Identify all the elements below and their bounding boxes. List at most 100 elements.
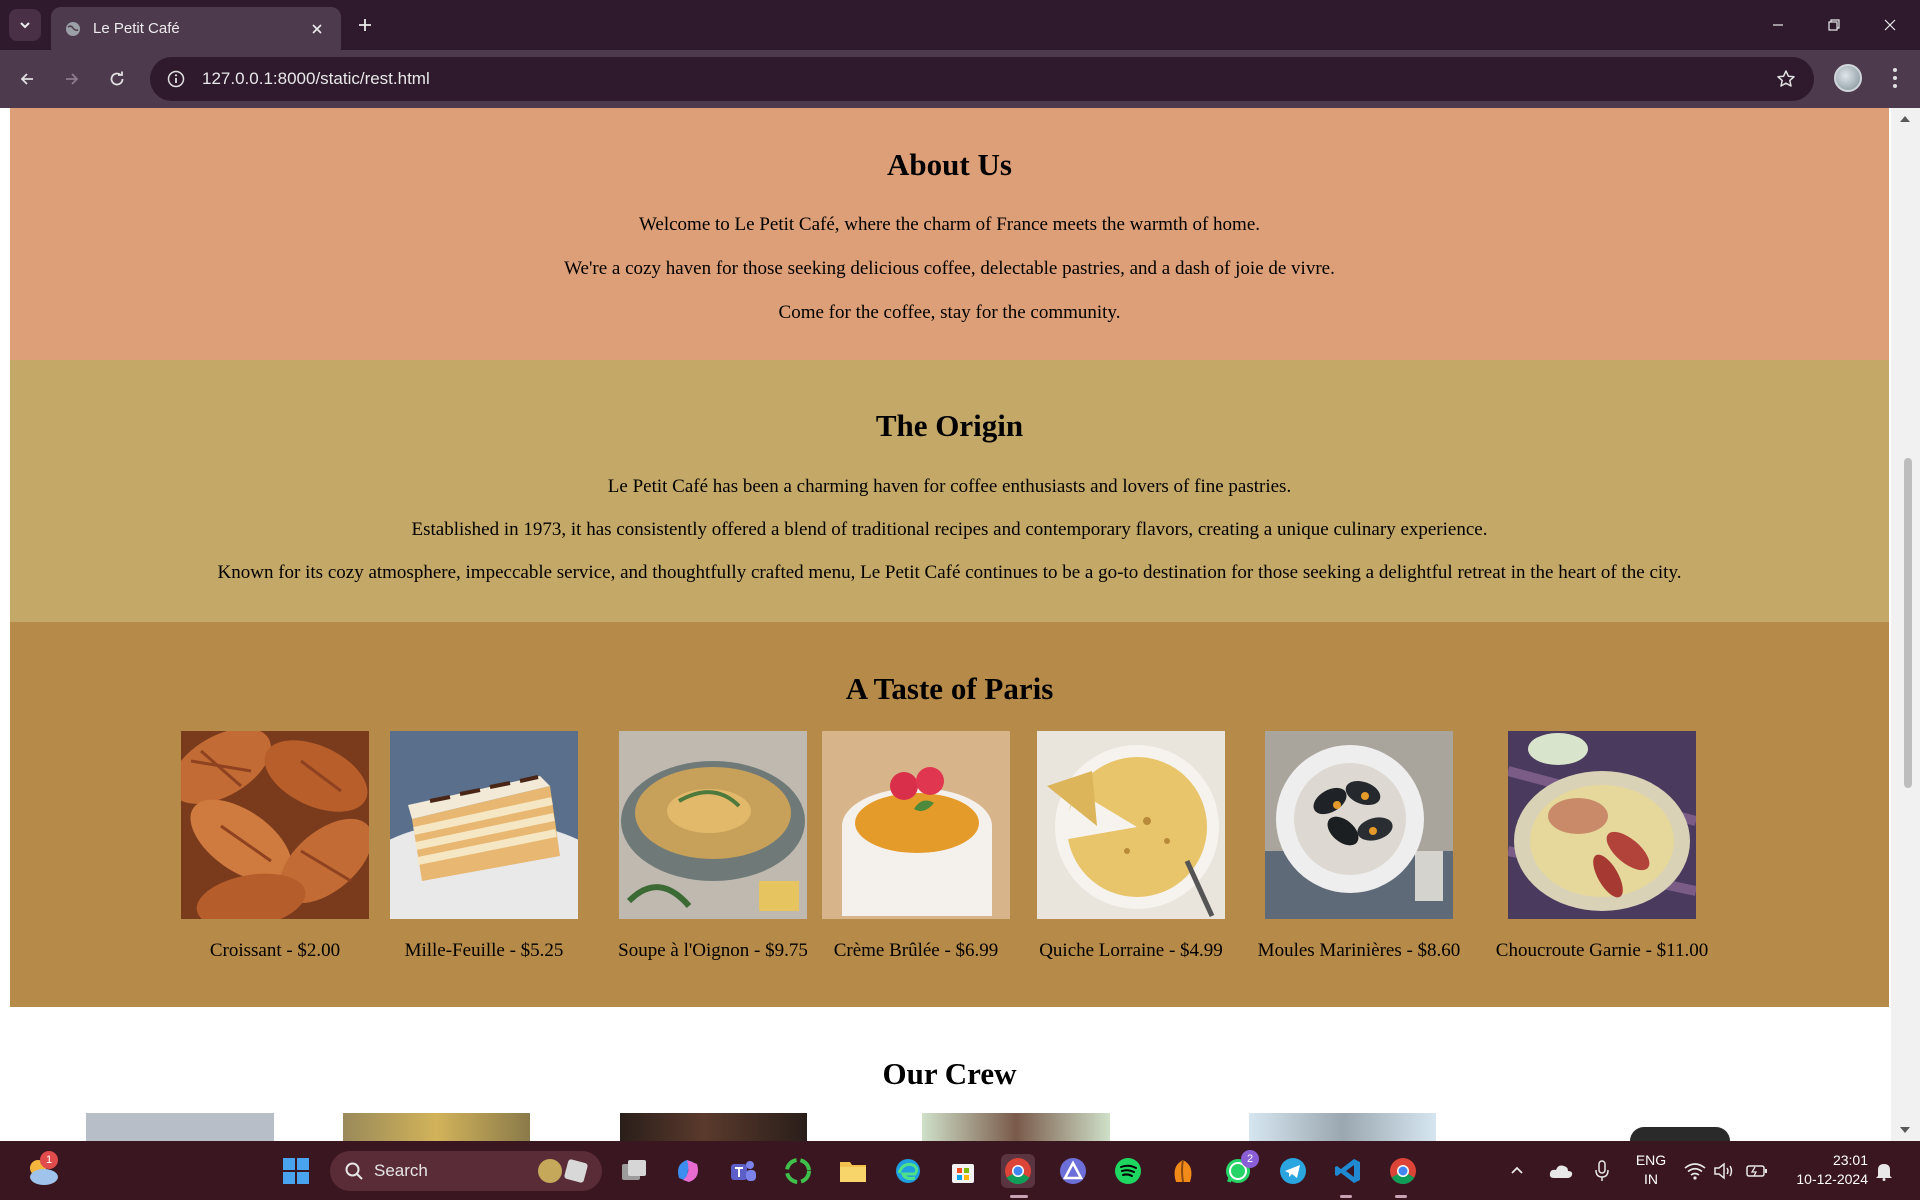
page-scrollbar[interactable] — [1891, 108, 1920, 1141]
creme-brulee-image — [822, 731, 1010, 919]
globe-icon — [66, 21, 80, 36]
reload-button[interactable] — [101, 63, 133, 95]
chrome-icon — [1390, 1158, 1416, 1185]
task-view-button[interactable] — [617, 1154, 651, 1188]
url-text: 127.0.0.1:8000/static/rest.html — [202, 69, 430, 88]
chevron-up-icon — [1511, 1166, 1523, 1174]
restore-button[interactable] — [1806, 0, 1862, 50]
about-title: About Us — [887, 147, 1012, 182]
close-icon — [312, 23, 322, 34]
restore-icon — [1828, 19, 1840, 31]
clock-date: 10-12-2024 — [1796, 1171, 1868, 1187]
clock-time: 23:01 — [1832, 1152, 1868, 1168]
tab-close-button[interactable] — [307, 19, 327, 39]
fruit-icon — [1174, 1159, 1192, 1183]
dish-label: Choucroute Garnie - $11.00 — [1495, 940, 1709, 961]
back-button[interactable] — [11, 63, 43, 95]
quiche-image — [1037, 731, 1225, 919]
chevron-down-icon — [20, 22, 30, 29]
arrow-right-icon — [66, 73, 79, 85]
crew-photo — [620, 1113, 807, 1141]
region-label: IN — [1644, 1171, 1658, 1187]
telegram-button[interactable] — [1276, 1154, 1310, 1188]
origin-paragraph: Known for its cozy atmosphere, impeccabl… — [217, 561, 1682, 583]
menu-item-mille-feuille: Mille-Feuille - $5.25 — [384, 731, 584, 962]
fl-studio-button[interactable] — [1166, 1154, 1200, 1188]
search-icon — [345, 1162, 363, 1180]
close-window-button[interactable] — [1862, 0, 1918, 50]
browser-tab-strip: Le Petit Café — [0, 0, 1920, 50]
scroll-down-arrow[interactable] — [1900, 1127, 1910, 1133]
wifi-button[interactable] — [1683, 1154, 1707, 1188]
menu-item-soupe-a-loignon: Soupe à l'Oignon - $9.75 — [593, 731, 833, 962]
taskbar-search[interactable]: Search — [330, 1151, 602, 1191]
scroll-up-arrow[interactable] — [1900, 116, 1910, 122]
address-bar[interactable]: 127.0.0.1:8000/static/rest.html — [150, 57, 1814, 101]
chrome-active-indicator — [1010, 1195, 1028, 1198]
language-label: ENG — [1635, 1152, 1667, 1168]
notifications-button[interactable] — [1870, 1154, 1898, 1188]
mille-feuille-image — [390, 731, 578, 919]
page-content: About Us Welcome to Le Petit Café, where… — [10, 108, 1889, 1141]
tray-overflow-button[interactable] — [1505, 1154, 1529, 1188]
store-button[interactable] — [946, 1154, 980, 1188]
star-icon — [1777, 70, 1795, 87]
copilot-button[interactable] — [671, 1154, 705, 1188]
reload-icon — [110, 71, 124, 86]
chrome-second-button[interactable] — [1386, 1154, 1420, 1188]
menu-row: Croissant - $2.00 Mille-Feuille - $5.25 … — [10, 731, 1889, 1011]
minimize-button[interactable] — [1750, 0, 1806, 50]
start-button[interactable] — [279, 1154, 313, 1188]
spotify-button[interactable] — [1111, 1154, 1145, 1188]
bookmark-button[interactable] — [1774, 67, 1798, 91]
dish-label: Crème Brûlée - $6.99 — [833, 940, 999, 961]
crew-photo — [1630, 1127, 1730, 1141]
info-icon — [167, 70, 185, 88]
whatsapp-button[interactable]: 2 — [1221, 1150, 1259, 1188]
sync-app-button[interactable] — [781, 1154, 815, 1188]
speaker-icon — [1714, 1162, 1733, 1180]
weather-widget[interactable]: 1 — [22, 1151, 62, 1191]
plus-icon — [359, 19, 371, 31]
minimize-icon — [1773, 24, 1783, 26]
onedrive-button[interactable] — [1546, 1154, 1576, 1188]
battery-button[interactable] — [1742, 1154, 1772, 1188]
soupe-image — [619, 731, 807, 919]
profile-avatar[interactable] — [1834, 64, 1862, 92]
edge-button[interactable] — [891, 1154, 925, 1188]
scrollbar-thumb[interactable] — [1904, 458, 1912, 788]
site-info-button[interactable] — [154, 57, 198, 101]
croissant-image — [181, 731, 369, 919]
proton-app-button[interactable] — [1056, 1154, 1090, 1188]
circular-arrows-icon — [785, 1158, 811, 1184]
battery-icon — [1746, 1165, 1767, 1177]
origin-section: The Origin Le Petit Café has been a char… — [10, 360, 1889, 622]
menu-item-choucroute-garnie: Choucroute Garnie - $11.00 — [1482, 731, 1722, 962]
teams-button[interactable] — [726, 1154, 760, 1188]
weather-badge: 1 — [40, 1151, 58, 1169]
volume-button[interactable] — [1712, 1154, 1736, 1188]
folder-icon — [840, 1162, 866, 1182]
browser-tab-active[interactable]: Le Petit Café — [51, 7, 341, 50]
chrome-button[interactable] — [1001, 1154, 1035, 1188]
crew-photo — [922, 1113, 1110, 1141]
menu-item-quiche-lorraine: Quiche Lorraine - $4.99 — [1031, 731, 1231, 962]
about-paragraph: Come for the coffee, stay for the commun… — [778, 301, 1121, 323]
crew-photo — [343, 1113, 530, 1141]
origin-title: The Origin — [875, 408, 1024, 443]
menu-item-moules-marinieres: Moules Marinières - $8.60 — [1249, 731, 1469, 962]
browser-menu-button[interactable] — [1880, 60, 1910, 96]
language-indicator[interactable]: ENG IN — [1628, 1151, 1674, 1189]
forward-button[interactable] — [56, 63, 88, 95]
tab-search-button[interactable] — [9, 9, 41, 41]
new-tab-button[interactable] — [350, 10, 380, 40]
arrow-left-icon — [20, 73, 33, 85]
vscode-active-indicator — [1340, 1195, 1352, 1198]
close-icon — [1884, 19, 1896, 31]
clock[interactable]: 23:01 10-12-2024 — [1778, 1151, 1868, 1189]
taste-title: A Taste of Paris — [845, 671, 1054, 706]
vscode-button[interactable] — [1331, 1154, 1365, 1188]
file-explorer-button[interactable] — [836, 1154, 870, 1188]
microphone-button[interactable] — [1590, 1154, 1614, 1188]
task-view-icon — [622, 1160, 646, 1180]
